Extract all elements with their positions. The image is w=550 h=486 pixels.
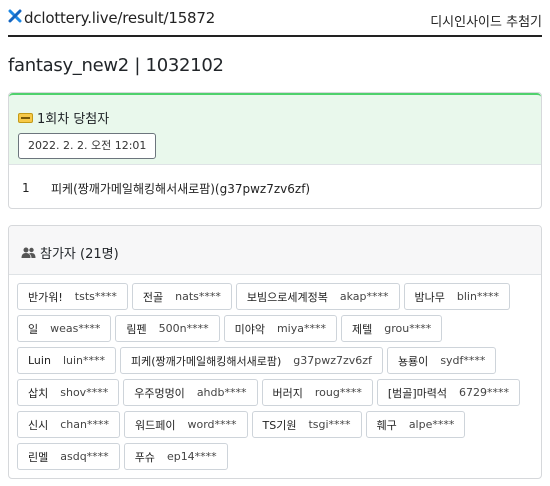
- participant-nickname: 훼구: [376, 418, 397, 432]
- participant-id: weas****: [50, 322, 101, 335]
- participant-chip: 피케(짱깨가메일해킹해서새로팜) g37pwz7zv6zf: [120, 347, 383, 374]
- participant-chip: 버러지 roug****: [261, 379, 373, 406]
- participant-nickname: 푸슈: [134, 450, 155, 464]
- participant-chip: 삽치 shov****: [17, 379, 120, 406]
- participant-chip: 제텔 grou****: [341, 315, 443, 342]
- users-icon: [21, 247, 36, 258]
- participant-id: roug****: [314, 386, 362, 399]
- participants-list: 반가워! tsts**** 전골 nats**** 보빔으로세계정복 akap**** 밤나…: [9, 275, 541, 475]
- participant-id: tsts****: [74, 290, 117, 303]
- participant-id: ahdb****: [196, 386, 247, 399]
- participant-id: grou****: [384, 322, 432, 335]
- participant-nickname: 보빔으로세계정복: [246, 290, 328, 304]
- participant-id: luin****: [62, 354, 105, 367]
- participant-id: tsgi****: [308, 418, 351, 431]
- participant-chips: 반가워! tsts**** 전골 nats**** 보빔으로세계정복 akap**** 밤나…: [17, 283, 537, 475]
- participant-id: 6729****: [459, 386, 510, 399]
- participant-chip: Luin luin****: [17, 347, 116, 374]
- winner-row: 1 피케(짱깨가메일해킹해서새로팜)(g37pwz7zv6zf): [9, 166, 541, 210]
- participant-nickname: 워드페이: [134, 418, 176, 432]
- participant-nickname: 피케(짱깨가메일해킹해서새로팜): [131, 354, 282, 368]
- participant-id: ep14****: [166, 450, 217, 463]
- site-url-link[interactable]: dclottery.live/result/15872: [8, 9, 215, 27]
- participant-chip: 일 weas****: [17, 315, 112, 342]
- winner-name: 피케(짱깨가메일해킹해서새로팜)(g37pwz7zv6zf): [51, 181, 311, 196]
- participant-nickname: 버러지: [272, 386, 303, 400]
- winner-card-title: 1회차 당첨자: [18, 108, 109, 127]
- participant-id: sydf****: [440, 354, 486, 367]
- participant-chip: 림펜 500n****: [115, 315, 220, 342]
- lottery-tool-link[interactable]: 디시인사이드 추첨기: [430, 11, 542, 30]
- participant-id: shov****: [60, 386, 109, 399]
- participant-chip: 보빔으로세계정복 akap****: [235, 283, 400, 310]
- participant-nickname: 미야악: [234, 322, 265, 336]
- participant-id: word****: [187, 418, 237, 431]
- participant-id: alpe****: [408, 418, 455, 431]
- participant-nickname: 우주멍멍이: [134, 386, 185, 400]
- participant-nickname: 림펜: [126, 322, 147, 336]
- participant-chip: 밤나무 blin****: [403, 283, 510, 310]
- participant-nickname: 전골: [142, 290, 164, 304]
- site-url-text: dclottery.live/result/15872: [24, 9, 216, 27]
- participant-chip: 우주멍멍이 ahdb****: [123, 379, 258, 406]
- participant-chip: TS기원 tsgi****: [251, 411, 362, 438]
- participant-nickname: [범골]마력석: [387, 386, 448, 400]
- participants-card-title-text: 참가자 (21명): [40, 247, 119, 262]
- participant-nickname: 린멜: [28, 450, 49, 464]
- participant-id: chan****: [60, 418, 109, 431]
- participant-chip: 전골 nats****: [131, 283, 232, 310]
- participant-nickname: Luin: [28, 354, 51, 367]
- winner-card-title-text: 1회차 당첨자: [37, 112, 110, 127]
- participant-chip: 푸슈 ep14****: [123, 443, 228, 470]
- participant-id: asdq****: [60, 450, 109, 463]
- participant-chip: 훼구 alpe****: [365, 411, 466, 438]
- participant-chip: 미야악 miya****: [223, 315, 337, 342]
- participant-chip: 워드페이 word****: [123, 411, 248, 438]
- top-bar: dclottery.live/result/15872 디시인사이드 추첨기: [8, 0, 542, 37]
- participant-id: g37pwz7zv6zf: [293, 354, 372, 367]
- participant-nickname: 일: [28, 322, 39, 336]
- participant-id: akap****: [339, 290, 389, 303]
- participant-nickname: 삽치: [28, 386, 49, 400]
- participant-nickname: 반가워!: [28, 290, 63, 304]
- participants-card: 참가자 (21명) 반가워! tsts**** 전골 nats**** 보빔으로세계정복…: [8, 225, 542, 479]
- participant-chip: 뇽룡이 sydf****: [386, 347, 497, 374]
- participant-id: 500n****: [158, 322, 209, 335]
- participant-nickname: 신시: [28, 418, 49, 432]
- x-logo-icon: [8, 9, 22, 23]
- participant-chip: 반가워! tsts****: [17, 283, 128, 310]
- participant-id: blin****: [456, 290, 499, 303]
- participants-card-title: 참가자 (21명): [21, 243, 119, 262]
- participant-id: miya****: [276, 322, 326, 335]
- ticket-icon: [18, 112, 33, 123]
- participant-chip: 신시 chan****: [17, 411, 120, 438]
- participant-chip: 린멜 asdq****: [17, 443, 120, 470]
- winner-card: 1회차 당첨자 2022. 2. 2. 오전 12:01 1 피케(짱깨가메일해…: [8, 92, 542, 209]
- participant-id: nats****: [175, 290, 221, 303]
- participants-card-header: 참가자 (21명): [9, 226, 541, 275]
- participant-nickname: TS기원: [262, 418, 297, 432]
- participant-nickname: 밤나무: [414, 290, 445, 304]
- participant-chip: [범골]마력석 6729****: [376, 379, 521, 406]
- participant-nickname: 제텔: [352, 322, 373, 336]
- page-title: fantasy_new2 | 1032102: [8, 55, 224, 76]
- winner-card-header: 1회차 당첨자 2022. 2. 2. 오전 12:01: [9, 93, 541, 165]
- winner-rank: 1: [22, 181, 30, 195]
- draw-date-badge: 2022. 2. 2. 오전 12:01: [18, 133, 157, 159]
- participant-nickname: 뇽룡이: [397, 354, 429, 368]
